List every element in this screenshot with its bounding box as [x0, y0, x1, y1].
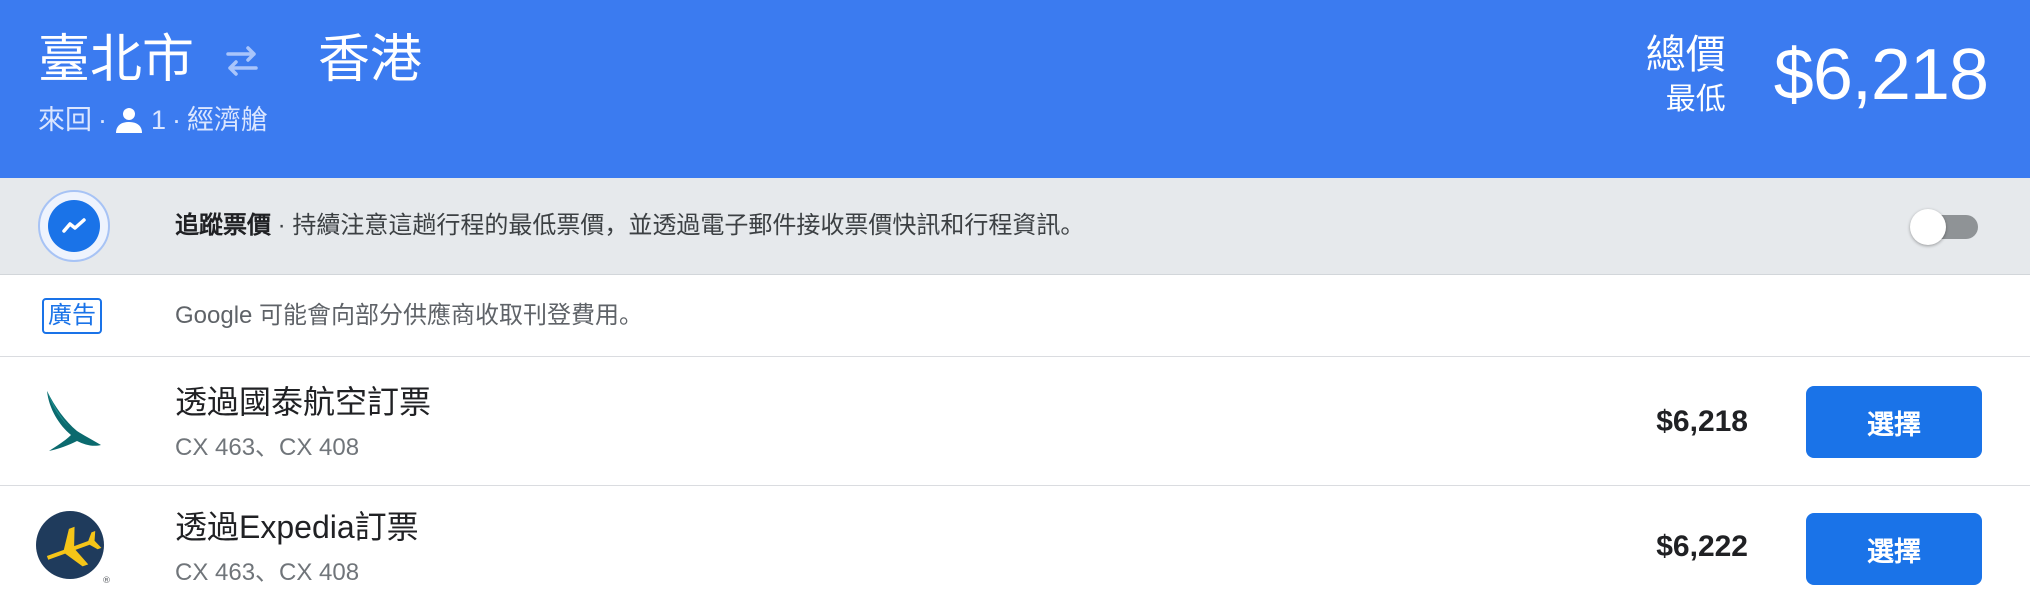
booking-option: 透過國泰航空訂票 CX 463、CX 408 $6,218 選擇 [0, 358, 2030, 486]
booking-price: $6,218 [1656, 405, 1748, 438]
trend-line-icon [38, 190, 110, 262]
lowest-price-block: 總價 最低 $6,218 [1646, 30, 1989, 120]
svg-text:®: ® [102, 576, 111, 586]
booking-provider-title: 透過國泰航空訂票 [175, 384, 432, 420]
booking-option: ® 透過Expedia訂票 CX 463、CX 408 $6,222 選擇 [0, 487, 2030, 610]
flight-numbers: CX 463、CX 408 [175, 434, 360, 461]
track-prices-description: · 持續注意這趟行程的最低票價，並透過電子郵件接收票價快訊和行程資訊。 [271, 212, 1085, 239]
swap-arrows-icon [222, 40, 262, 80]
person-icon [113, 104, 145, 136]
trip-meta: 來回 · 1 · 經濟艙 [38, 100, 268, 140]
lowest-label: 最低 [1665, 83, 1726, 116]
expedia-logo-icon: ® [32, 507, 112, 587]
select-button[interactable]: 選擇 [1806, 513, 1982, 585]
lowest-price: $6,218 [1773, 35, 1989, 115]
flight-numbers: CX 463、CX 408 [175, 559, 360, 586]
meta-separator: · [98, 105, 107, 135]
ad-notice-row: 廣告 Google 可能會向部分供應商收取刊登費用。 [0, 276, 2030, 357]
trip-header: 臺北市 香港 來回 · 1 · 經濟艙 總價 最低 $6,218 [0, 0, 2030, 178]
select-button[interactable]: 選擇 [1806, 386, 1982, 458]
passenger-count: 1 [151, 105, 167, 135]
cathay-pacific-logo-icon [32, 382, 112, 462]
track-prices-toggle[interactable] [1910, 209, 1982, 245]
booking-price: $6,222 [1656, 530, 1748, 563]
ad-badge[interactable]: 廣告 [42, 298, 102, 334]
track-prices-title: 追蹤票價 [175, 212, 271, 239]
meta-separator: · [172, 105, 182, 135]
track-prices-text: 追蹤票價 · 持續注意這趟行程的最低票價，並透過電子郵件接收票價快訊和行程資訊。 [175, 208, 1084, 244]
track-prices-row: 追蹤票價 · 持續注意這趟行程的最低票價，並透過電子郵件接收票價快訊和行程資訊。 [0, 178, 2030, 275]
total-price-label: 總價 [1645, 33, 1726, 77]
booking-provider-title: 透過Expedia訂票 [175, 509, 419, 545]
route: 臺北市 香港 [38, 28, 422, 92]
cabin-class: 經濟艙 [187, 105, 269, 135]
price-labels: 總價 最低 [1646, 30, 1726, 120]
origin-city: 臺北市 [38, 31, 195, 89]
trip-type: 來回 [38, 105, 92, 135]
destination-city: 香港 [318, 31, 423, 89]
ad-disclaimer: Google 可能會向部分供應商收取刊登費用。 [175, 302, 644, 329]
